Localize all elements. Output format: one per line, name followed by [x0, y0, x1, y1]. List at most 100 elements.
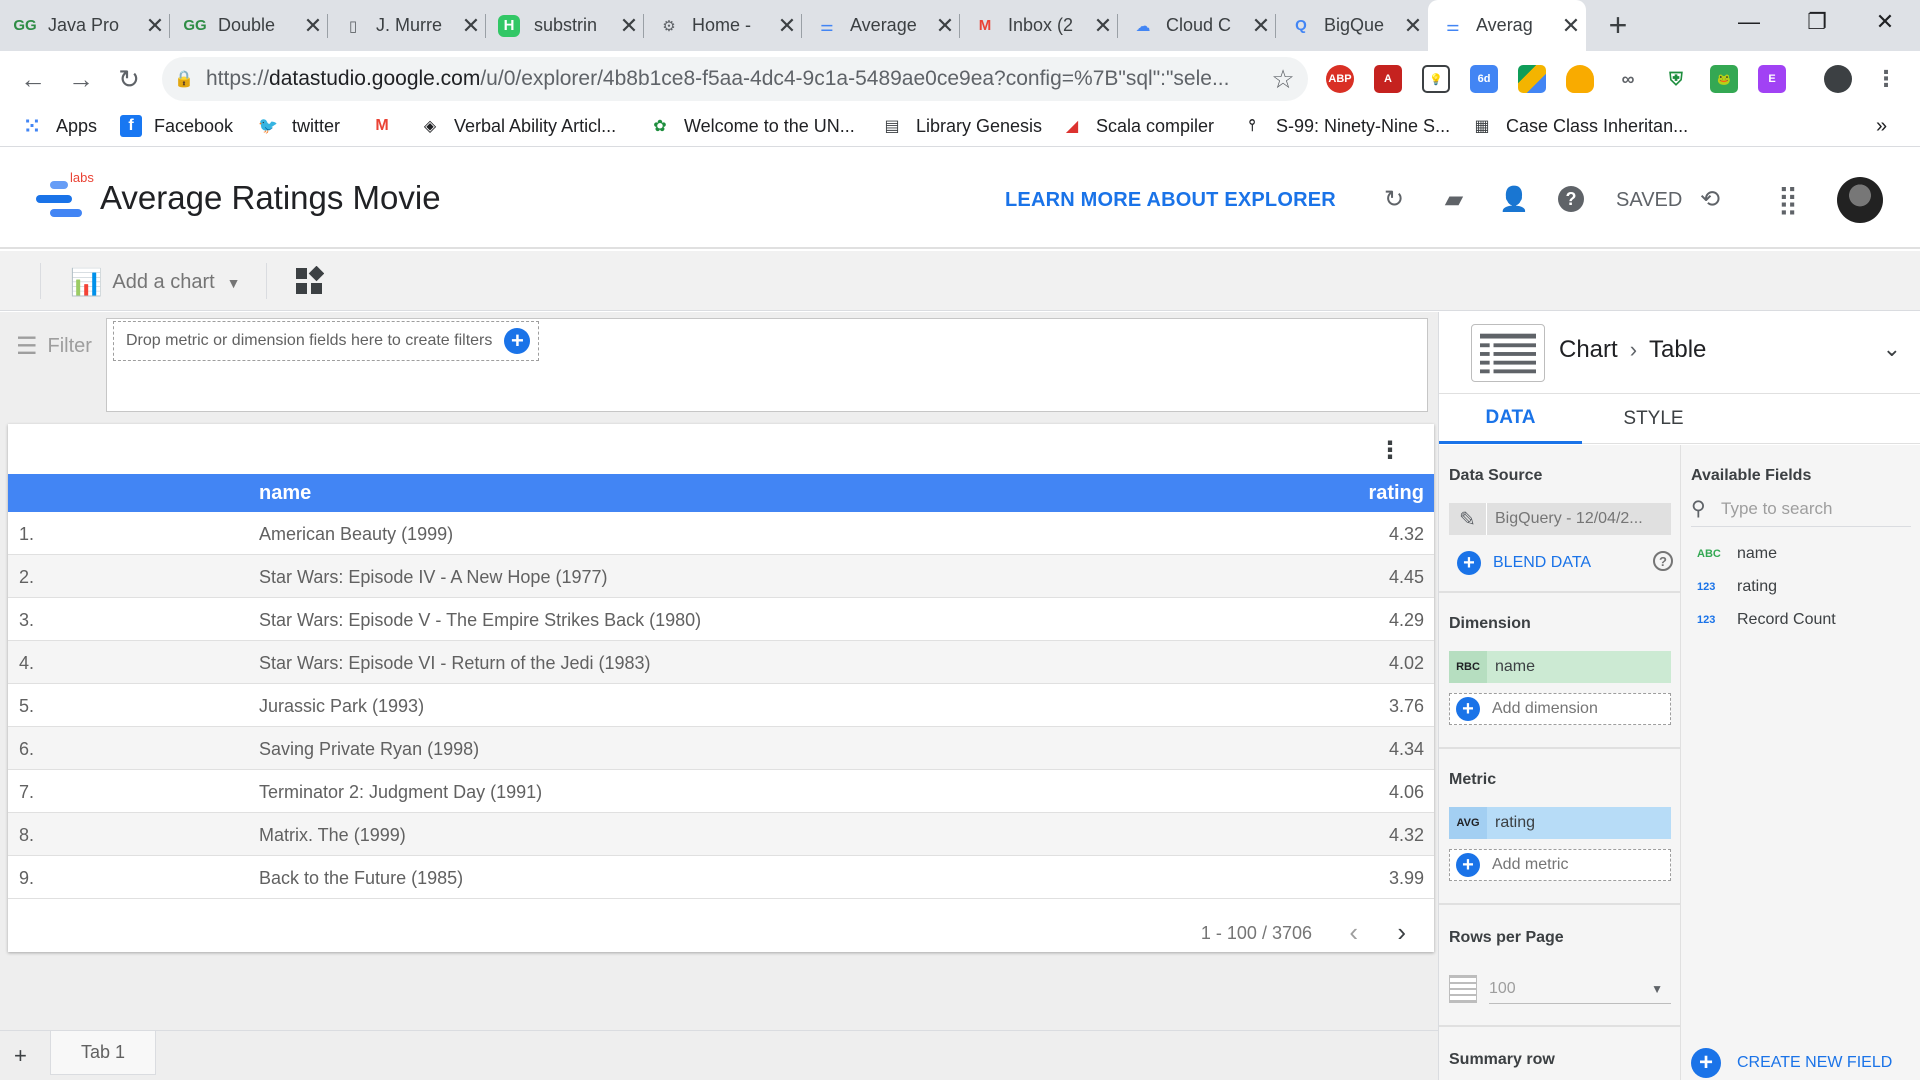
table-row[interactable]: 8. Matrix. The (1999) 4.32 — [8, 813, 1434, 856]
browser-tab[interactable]: GG Double ✕ — [170, 0, 328, 51]
add-metric-button[interactable]: + Add metric — [1449, 849, 1671, 881]
prev-page-icon[interactable]: ‹ — [1349, 917, 1358, 948]
bookmarks-overflow-button[interactable]: » — [1876, 107, 1887, 145]
apps-grid-icon[interactable]: ⣿ — [1772, 183, 1804, 215]
rows-per-page-select[interactable]: 100 ▼ — [1449, 969, 1671, 1009]
metric-chip[interactable]: AVG rating — [1449, 807, 1671, 839]
browser-tab-active[interactable]: ⚌ Averag ✕ — [1428, 0, 1586, 51]
more-options-icon[interactable]: ⋮ — [1378, 436, 1402, 465]
close-window-button[interactable]: ✕ — [1854, 0, 1916, 44]
field-item[interactable]: ABC name — [1697, 545, 1777, 563]
field-item[interactable]: 123 Record Count — [1697, 611, 1836, 629]
bookmark-scala[interactable]: ◢ Scala compiler — [1060, 107, 1214, 145]
close-tab-icon[interactable]: ✕ — [1088, 13, 1118, 39]
dimension-chip[interactable]: RBC name — [1449, 651, 1671, 683]
bookmark-apps[interactable]: ⁙ Apps — [20, 107, 97, 145]
bookmark-facebook[interactable]: f Facebook — [120, 107, 233, 145]
lightbulb-icon[interactable]: 💡 — [1422, 65, 1450, 93]
close-tab-icon[interactable]: ✕ — [930, 13, 960, 39]
add-control-icon[interactable] — [294, 266, 324, 296]
bookmark-library-genesis[interactable]: ▤ Library Genesis — [880, 107, 1042, 145]
help-icon[interactable]: ? — [1558, 186, 1584, 212]
back-button[interactable]: ← — [14, 60, 52, 98]
close-tab-icon[interactable]: ✕ — [140, 13, 170, 39]
add-filter-button[interactable]: + — [504, 328, 531, 354]
close-tab-icon[interactable]: ✕ — [298, 13, 328, 39]
page-tab[interactable]: Tab 1 — [50, 1031, 156, 1075]
profile-avatar[interactable] — [1824, 65, 1852, 93]
filter-drop-area[interactable]: Drop metric or dimension fields here to … — [106, 318, 1428, 412]
table-row[interactable]: 9. Back to the Future (1985) 3.99 — [8, 856, 1434, 899]
bookmark-gmail[interactable]: M — [370, 107, 406, 145]
browser-tab[interactable]: ⚙ Home - ✕ — [644, 0, 802, 51]
add-page-button[interactable]: + — [14, 1043, 27, 1069]
bookmark-twitter[interactable]: 🐦 twitter — [256, 107, 340, 145]
frog-icon[interactable]: 🐸 — [1710, 65, 1738, 93]
bookmark-star-icon[interactable]: ☆ — [1258, 64, 1308, 95]
adblock-icon[interactable]: ABP — [1326, 65, 1354, 93]
learn-more-link[interactable]: LEARN MORE ABOUT EXPLORER — [1005, 189, 1336, 212]
reload-button[interactable]: ↻ — [110, 60, 148, 98]
edit-pencil-icon[interactable]: ✎ — [1449, 503, 1487, 535]
table-row[interactable]: 1. American Beauty (1999) 4.32 — [8, 512, 1434, 555]
column-header-name[interactable]: name — [259, 482, 311, 505]
forward-button[interactable]: → — [62, 60, 100, 98]
table-row[interactable]: 7. Terminator 2: Judgment Day (1991) 4.0… — [8, 770, 1434, 813]
filter-dropzone[interactable]: Drop metric or dimension fields here to … — [113, 321, 540, 361]
account-avatar[interactable] — [1837, 177, 1883, 223]
help-icon[interactable]: ? — [1653, 551, 1673, 571]
browser-menu-icon[interactable]: ⋮ — [1872, 65, 1900, 93]
close-tab-icon[interactable]: ✕ — [772, 13, 802, 39]
bookmark-verbal-ability[interactable]: ◈ Verbal Ability Articl... — [418, 107, 616, 145]
chart-type-selector[interactable]: Chart › Table ⌄ — [1439, 312, 1920, 394]
bookmark-case-class[interactable]: ▦ Case Class Inheritan... — [1470, 107, 1688, 145]
url-text[interactable]: https://datastudio.google.com/u/0/explor… — [206, 67, 1258, 91]
add-chart-button[interactable]: 📊 Add a chart ▼ — [70, 267, 241, 298]
browser-tab[interactable]: ⚌ Average ✕ — [802, 0, 960, 51]
browser-tab[interactable]: ▯ J. Murre ✕ — [328, 0, 486, 51]
calendar-icon[interactable]: 6d — [1470, 65, 1498, 93]
close-tab-icon[interactable]: ✕ — [614, 13, 644, 39]
share-person-icon[interactable]: 👤 — [1498, 183, 1530, 215]
create-new-field-button[interactable]: + CREATE NEW FIELD — [1691, 1048, 1892, 1078]
table-row[interactable]: 2. Star Wars: Episode IV - A New Hope (1… — [8, 555, 1434, 598]
firebase-icon[interactable] — [1566, 65, 1594, 93]
table-row[interactable]: 3. Star Wars: Episode V - The Empire Str… — [8, 598, 1434, 641]
close-tab-icon[interactable]: ✕ — [1246, 13, 1276, 39]
table-row[interactable]: 5. Jurassic Park (1993) 3.76 — [8, 684, 1434, 727]
table-chart[interactable]: ⋮ name rating 1. American Beauty (1999) … — [8, 424, 1434, 952]
minimize-button[interactable]: — — [1718, 0, 1780, 44]
add-dimension-button[interactable]: + Add dimension — [1449, 693, 1671, 725]
column-header-rating[interactable]: rating — [1368, 482, 1424, 505]
table-row[interactable]: 6. Saving Private Ryan (1998) 4.34 — [8, 727, 1434, 770]
table-row[interactable]: 4. Star Wars: Episode VI - Return of the… — [8, 641, 1434, 684]
history-icon[interactable]: ⟲ — [1694, 183, 1726, 215]
tab-style[interactable]: STYLE — [1582, 394, 1725, 444]
close-tab-icon[interactable]: ✕ — [1556, 13, 1586, 39]
google-drive-icon[interactable] — [1518, 65, 1546, 93]
tab-data[interactable]: DATA — [1439, 394, 1582, 444]
data-source-selector[interactable]: ✎ BigQuery - 12/04/2... — [1449, 503, 1671, 535]
shield-icon[interactable]: ⛨ — [1662, 65, 1690, 93]
feedback-icon[interactable]: ▰ — [1438, 183, 1470, 215]
report-title[interactable]: Average Ratings Movie — [100, 179, 441, 217]
browser-tab[interactable]: ☁ Cloud C ✕ — [1118, 0, 1276, 51]
evernote-icon[interactable]: E — [1758, 65, 1786, 93]
refresh-icon[interactable]: ↻ — [1378, 183, 1410, 215]
browser-tab[interactable]: Q BigQue ✕ — [1276, 0, 1428, 51]
field-item[interactable]: 123 rating — [1697, 578, 1777, 596]
chevron-down-icon[interactable]: ⌄ — [1883, 336, 1901, 362]
new-tab-button[interactable]: + — [1596, 0, 1640, 51]
browser-tab[interactable]: M Inbox (2 ✕ — [960, 0, 1118, 51]
bookmark-un[interactable]: ✿ Welcome to the UN... — [648, 107, 854, 145]
address-bar[interactable]: 🔒 https://datastudio.google.com/u/0/expl… — [162, 57, 1308, 101]
browser-tab[interactable]: H substrin ✕ — [486, 0, 644, 51]
blend-data-button[interactable]: + BLEND DATA — [1457, 551, 1591, 575]
restore-button[interactable]: ❐ — [1786, 0, 1848, 44]
close-tab-icon[interactable]: ✕ — [1398, 13, 1428, 39]
field-search-input[interactable]: ⚲ Type to search — [1691, 491, 1911, 527]
pdf-icon[interactable]: A — [1374, 65, 1402, 93]
next-page-icon[interactable]: › — [1397, 917, 1406, 948]
extension-icon[interactable]: ∞ — [1614, 65, 1642, 93]
bookmark-s99[interactable]: ⫯ S-99: Ninety-Nine S... — [1240, 107, 1451, 145]
